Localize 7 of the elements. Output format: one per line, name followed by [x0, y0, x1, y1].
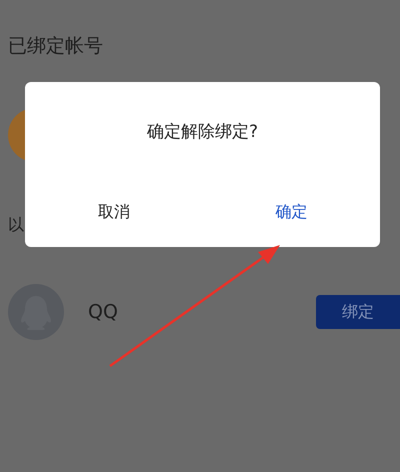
cancel-button[interactable]: 取消	[25, 196, 202, 229]
bind-button[interactable]: 绑定	[316, 295, 400, 329]
section-title: 以	[8, 214, 24, 236]
confirm-button[interactable]: 确定	[202, 196, 380, 229]
section-title: 已绑定帐号	[8, 34, 103, 59]
account-name: QQ	[88, 301, 118, 323]
dialog-message: 确定解除绑定?	[146, 121, 258, 143]
